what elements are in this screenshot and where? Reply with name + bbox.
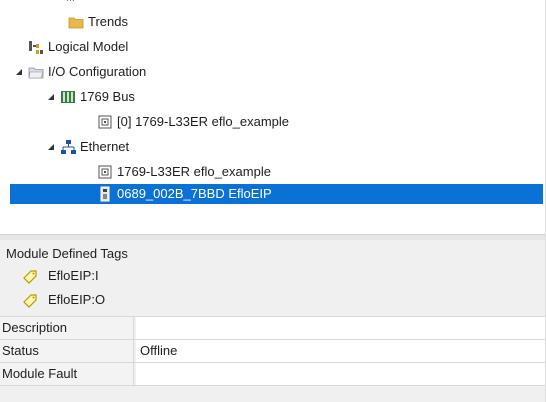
tag-item-output[interactable]: EfloEIP:O xyxy=(22,290,105,310)
controller-organizer-tree: … Trends Logical Model I/O Configurati xyxy=(0,0,546,234)
tree-item-io-configuration[interactable]: I/O Configuration xyxy=(14,62,146,82)
tag-label: EfloEIP:I xyxy=(48,268,99,283)
property-row-module-fault[interactable]: Module Fault xyxy=(0,362,546,386)
tree-item-local-controller[interactable]: [0] 1769-L33ER eflo_example xyxy=(97,112,289,132)
property-key: Status xyxy=(0,340,134,362)
property-row-description[interactable]: Description xyxy=(0,316,546,339)
tag-icon xyxy=(22,268,38,284)
tree-item-1769-bus[interactable]: 1769 Bus xyxy=(46,87,135,107)
tree-item-ethernet-controller[interactable]: 1769-L33ER eflo_example xyxy=(97,162,271,182)
property-key: Module Fault xyxy=(0,363,134,385)
property-row-status[interactable]: Status Offline xyxy=(0,339,546,362)
controller-module-icon xyxy=(97,114,113,130)
property-value[interactable] xyxy=(136,317,546,339)
properties-pane: Module Defined Tags EfloEIP:I EfloEIP:O … xyxy=(0,240,546,402)
property-value[interactable]: Offline xyxy=(136,340,546,362)
tree-item-label: 1769-L33ER eflo_example xyxy=(117,164,271,179)
tree-item-label: Logical Model xyxy=(48,39,129,54)
device-module-icon xyxy=(97,186,113,202)
controller-module-icon xyxy=(97,164,113,180)
expanded-arrow-icon[interactable] xyxy=(46,87,56,107)
tree-item-label: [0] 1769-L33ER eflo_example xyxy=(117,114,290,129)
property-value[interactable] xyxy=(136,363,546,385)
tree-item-trends[interactable]: Trends xyxy=(68,12,128,32)
expanded-arrow-icon[interactable] xyxy=(14,62,24,82)
tree-item-label: 0689_002B_7BBD EfloEIP xyxy=(117,186,272,201)
tag-label: EfloEIP:O xyxy=(48,292,106,307)
tree-item-clipped: … xyxy=(66,0,75,8)
expanded-arrow-icon[interactable] xyxy=(46,137,56,157)
tree-item-label: I/O Configuration xyxy=(48,64,147,79)
tree-item-efloeip-selected[interactable]: 0689_002B_7BBD EfloEIP xyxy=(10,184,543,204)
io-folder-icon xyxy=(28,64,44,80)
tag-item-input[interactable]: EfloEIP:I xyxy=(22,266,99,286)
tree-item-label: 1769 Bus xyxy=(80,89,135,104)
tree-item-ethernet[interactable]: Ethernet xyxy=(46,137,129,157)
tag-icon xyxy=(22,292,38,308)
tree-item-label: Ethernet xyxy=(80,139,130,154)
ethernet-network-icon xyxy=(60,139,76,155)
module-defined-tags-header: Module Defined Tags xyxy=(6,246,128,261)
backplane-icon xyxy=(60,89,76,105)
tree-item-label: Trends xyxy=(88,14,128,29)
property-key: Description xyxy=(0,317,134,339)
tree-item-logical-model[interactable]: Logical Model xyxy=(28,37,128,57)
folder-icon xyxy=(68,14,84,30)
logical-model-icon xyxy=(28,39,44,55)
